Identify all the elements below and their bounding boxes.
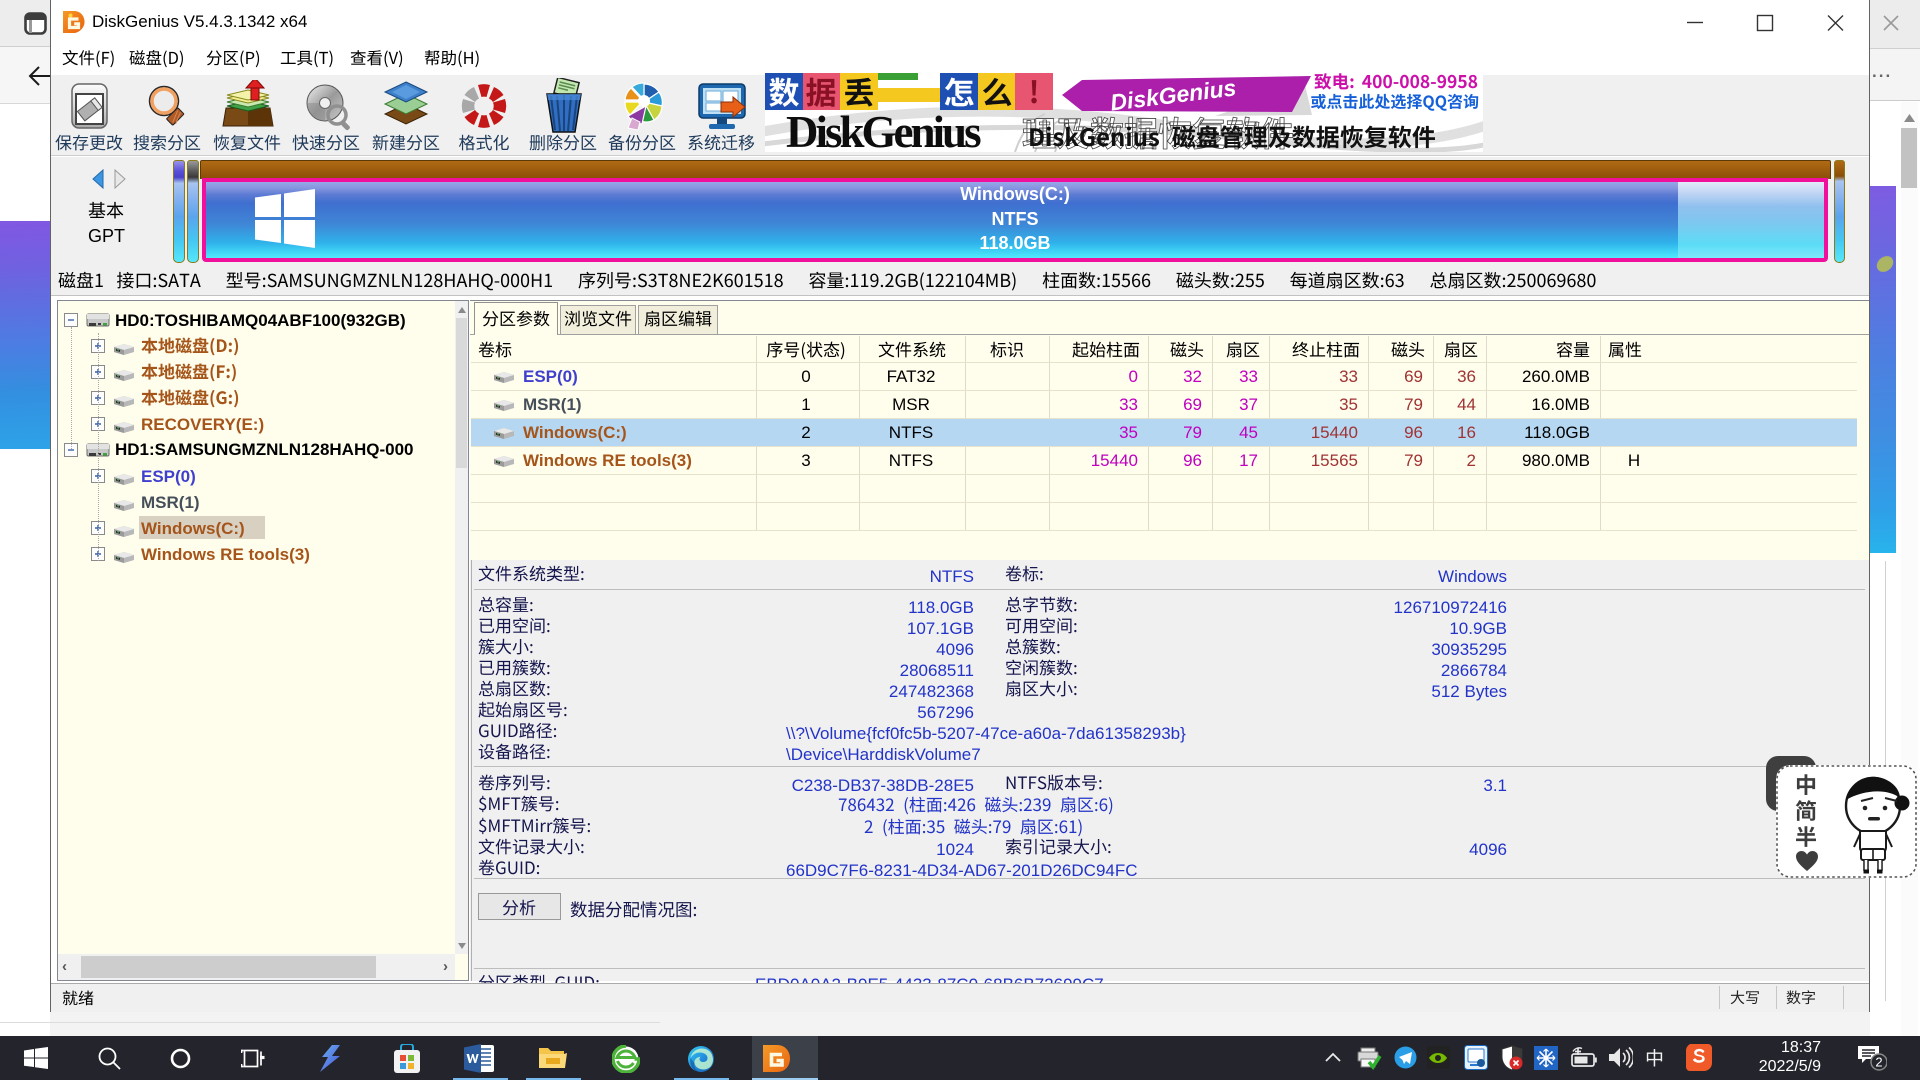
svg-text:2: 2 <box>1875 1055 1882 1070</box>
